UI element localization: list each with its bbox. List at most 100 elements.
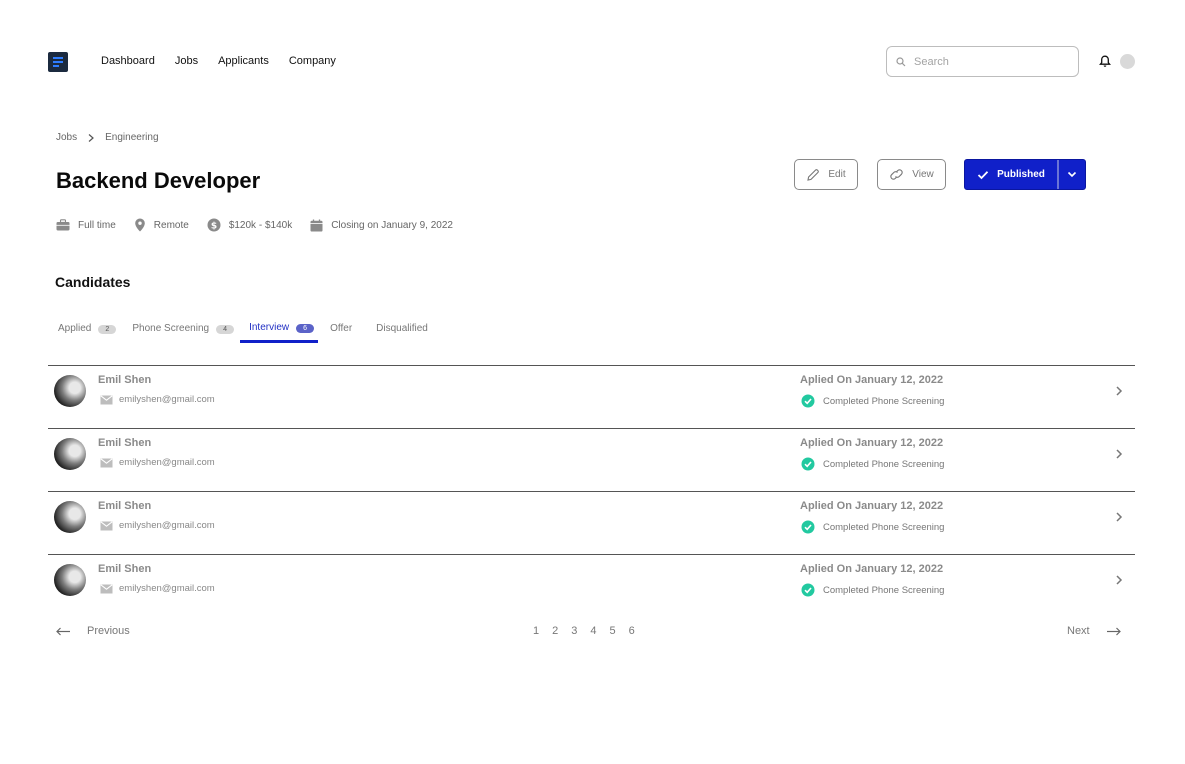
tab-applied[interactable]: Applied 2 <box>58 318 117 343</box>
candidate-email: emilyshen@gmail.com <box>100 394 215 405</box>
mail-icon <box>100 457 113 467</box>
candidate-status-text: Completed Phone Screening <box>823 458 945 470</box>
page-number[interactable]: 6 <box>629 625 635 637</box>
candidate-status: Completed Phone Screening <box>801 457 944 471</box>
candidate-name: Emil Shen <box>98 374 152 386</box>
candidate-email-text: emilyshen@gmail.com <box>119 394 215 405</box>
tab-label: Interview <box>249 322 290 333</box>
count-badge: 2 <box>98 325 117 334</box>
salary: $ $120k - $140k <box>207 218 292 232</box>
candidate-name: Emil Shen <box>98 437 152 449</box>
check-circle-icon <box>801 583 815 597</box>
svg-text:$: $ <box>211 221 217 231</box>
tab-label: Phone Screening <box>132 323 210 334</box>
page-number[interactable]: 1 <box>533 625 539 637</box>
candidate-list: Emil Shen emilyshen@gmail.com Aplied On … <box>48 365 1135 617</box>
nav-item-company[interactable]: Company <box>289 55 336 67</box>
next-label: Next <box>1067 625 1090 637</box>
search-icon <box>896 56 906 66</box>
main-nav: Dashboard Jobs Applicants Company <box>101 55 336 67</box>
count-badge: 6 <box>296 324 315 333</box>
page-numbers: 1 2 3 4 5 6 <box>533 625 635 637</box>
nav-item-jobs[interactable]: Jobs <box>175 55 198 67</box>
notification-bell-icon[interactable] <box>1099 55 1111 68</box>
candidate-status-text: Completed Phone Screening <box>823 584 945 596</box>
dollar-icon: $ <box>207 218 221 232</box>
candidate-email: emilyshen@gmail.com <box>100 583 215 594</box>
applied-date: Aplied On January 12, 2022 <box>800 500 944 512</box>
candidate-row[interactable]: Emil Shen emilyshen@gmail.com Aplied On … <box>48 554 1135 617</box>
breadcrumb-engineering[interactable]: Engineering <box>105 132 158 143</box>
candidate-status: Completed Phone Screening <box>801 583 944 597</box>
candidate-name: Emil Shen <box>98 500 152 512</box>
candidate-row[interactable]: Emil Shen emilyshen@gmail.com Aplied On … <box>48 365 1135 428</box>
location: Remote <box>134 218 189 232</box>
search-input[interactable] <box>914 55 1074 68</box>
location-pin-icon <box>134 218 145 232</box>
chevron-right-icon <box>88 133 95 142</box>
candidate-avatar <box>54 564 86 596</box>
user-avatar[interactable] <box>1120 54 1135 69</box>
applied-date: Aplied On January 12, 2022 <box>800 374 944 386</box>
candidate-email-text: emilyshen@gmail.com <box>119 457 215 468</box>
view-button-label: View <box>912 169 934 180</box>
nav-item-dashboard[interactable]: Dashboard <box>101 55 155 67</box>
nav-item-applicants[interactable]: Applicants <box>218 55 269 67</box>
link-icon <box>890 169 903 180</box>
previous-page-button[interactable]: Previous <box>56 625 130 637</box>
tab-label: Applied <box>58 323 92 334</box>
published-button-label: Published <box>997 169 1045 180</box>
candidate-status: Completed Phone Screening <box>801 520 944 534</box>
check-circle-icon <box>801 457 815 471</box>
search-box[interactable] <box>886 46 1079 77</box>
page-number[interactable]: 2 <box>552 625 558 637</box>
briefcase-icon <box>56 219 70 231</box>
view-button[interactable]: View <box>877 159 946 190</box>
applied-date: Aplied On January 12, 2022 <box>800 437 944 449</box>
publish-options-dropdown[interactable] <box>1059 160 1085 189</box>
candidate-status-text: Completed Phone Screening <box>823 521 945 533</box>
chevron-right-icon[interactable] <box>1114 448 1124 460</box>
candidate-row[interactable]: Emil Shen emilyshen@gmail.com Aplied On … <box>48 491 1135 554</box>
candidate-name: Emil Shen <box>98 563 152 575</box>
arrow-left-icon <box>56 627 70 635</box>
candidate-email: emilyshen@gmail.com <box>100 457 215 468</box>
chevron-right-icon[interactable] <box>1114 385 1124 397</box>
check-circle-icon <box>801 394 815 408</box>
closing-date: Closing on January 9, 2022 <box>310 219 453 232</box>
tab-interview[interactable]: Interview 6 <box>240 318 319 343</box>
candidate-row[interactable]: Emil Shen emilyshen@gmail.com Aplied On … <box>48 428 1135 491</box>
pencil-icon <box>807 168 820 181</box>
next-page-button[interactable]: Next <box>1067 625 1121 637</box>
page-number[interactable]: 4 <box>590 625 596 637</box>
breadcrumb: Jobs Engineering <box>56 132 159 143</box>
candidates-heading: Candidates <box>55 274 131 290</box>
candidate-status-text: Completed Phone Screening <box>823 395 945 407</box>
published-button[interactable]: Published <box>965 160 1057 189</box>
app-logo[interactable] <box>48 52 68 72</box>
candidate-avatar <box>54 438 86 470</box>
chevron-right-icon[interactable] <box>1114 574 1124 586</box>
breadcrumb-jobs[interactable]: Jobs <box>56 132 77 143</box>
edit-button[interactable]: Edit <box>794 159 858 190</box>
edit-button-label: Edit <box>828 169 846 180</box>
candidate-email-text: emilyshen@gmail.com <box>119 520 215 531</box>
candidate-email: emilyshen@gmail.com <box>100 520 215 531</box>
job-meta: Full time Remote $ $120k - $140k Closing… <box>56 218 471 232</box>
candidate-email-text: emilyshen@gmail.com <box>119 583 215 594</box>
employment-type-text: Full time <box>78 219 116 231</box>
mail-icon <box>100 394 113 404</box>
candidate-avatar <box>54 501 86 533</box>
page-number[interactable]: 5 <box>610 625 616 637</box>
applied-date: Aplied On January 12, 2022 <box>800 563 944 575</box>
page-number[interactable]: 3 <box>571 625 577 637</box>
tab-phone-screening[interactable]: Phone Screening 4 <box>132 318 235 343</box>
previous-label: Previous <box>87 625 130 637</box>
page-title: Backend Developer <box>56 168 261 193</box>
tab-disqualified[interactable]: Disqualified <box>376 318 428 343</box>
count-badge: 4 <box>216 325 235 334</box>
tab-offer[interactable]: Offer <box>330 318 352 343</box>
chevron-right-icon[interactable] <box>1114 511 1124 523</box>
candidate-status: Completed Phone Screening <box>801 394 944 408</box>
mail-icon <box>100 583 113 593</box>
